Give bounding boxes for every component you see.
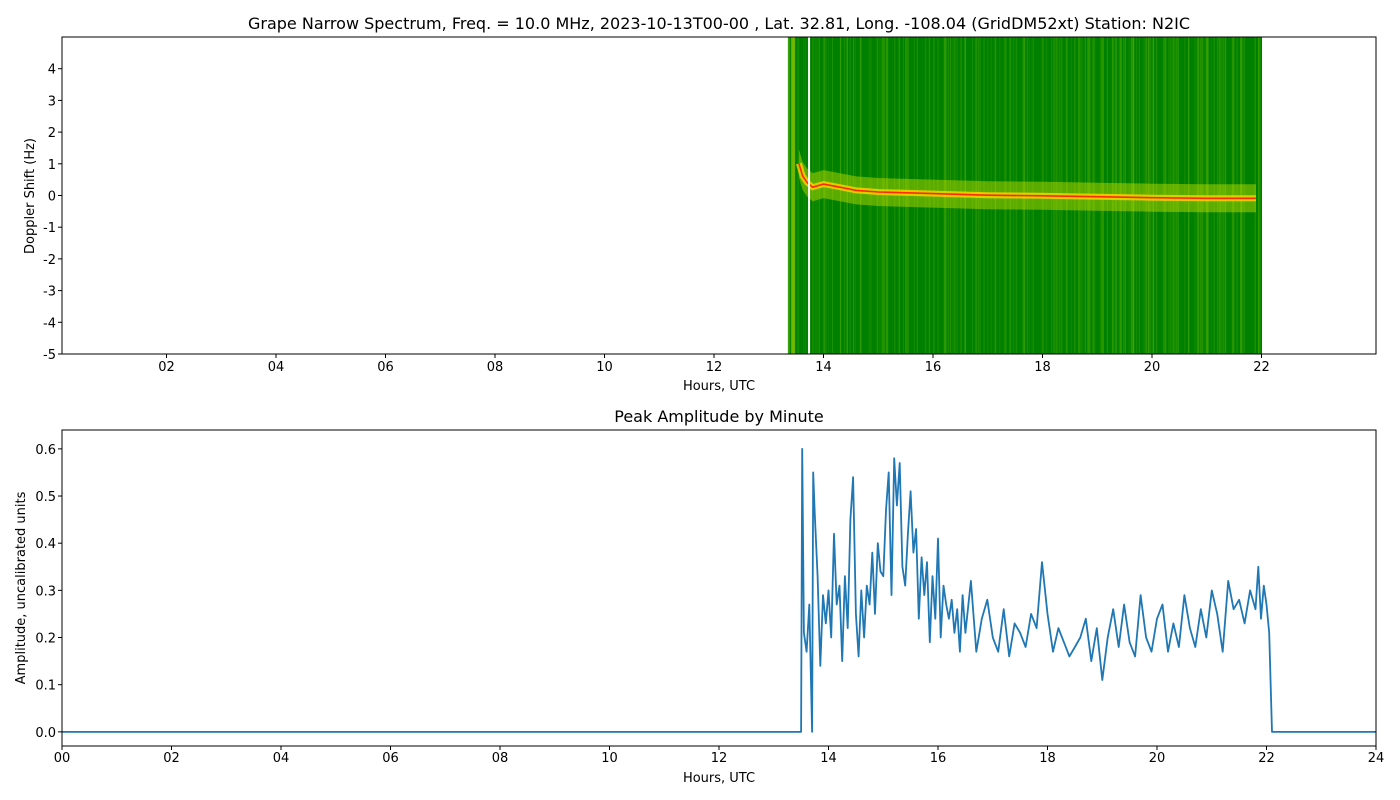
amplitude-x-tick-label: 08 — [492, 751, 509, 766]
spectrogram-x-tick-label: 06 — [377, 360, 394, 375]
amplitude-y-tick-label: 0.3 — [35, 584, 56, 599]
amplitude-y-tick-label: 0.4 — [35, 537, 56, 552]
spectrogram-y-tick-label: -1 — [43, 221, 56, 236]
spectrogram-y-tick-label: -3 — [43, 285, 56, 300]
spectrogram-y-tick-label: -2 — [43, 253, 56, 268]
amplitude-x-tick-label: 24 — [1368, 751, 1385, 766]
spectrogram-x-tick-label: 04 — [268, 360, 285, 375]
spectrogram-y-tick-label: 0 — [48, 190, 56, 205]
spectrogram-y-tick-label: 2 — [48, 126, 56, 141]
amplitude-frame — [61, 429, 1377, 747]
spectrogram-x-tick-label: 18 — [1034, 360, 1051, 375]
amplitude-title: Peak Amplitude by Minute — [614, 407, 824, 426]
amplitude-x-tick-label: 12 — [711, 751, 728, 766]
spectrogram-x-tick-label: 20 — [1144, 360, 1161, 375]
spectrogram-x-tick-label: 02 — [158, 360, 175, 375]
amplitude-x-tick-label: 04 — [273, 751, 290, 766]
amplitude-x-tick-label: 22 — [1258, 751, 1275, 766]
spectrogram-x-tick-label: 22 — [1253, 360, 1270, 375]
amplitude-x-ticks: 00 02 04 06 08 10 12 14 16 18 20 22 24 — [54, 746, 1385, 766]
spectrogram-x-tick-label: 16 — [925, 360, 942, 375]
spectrogram-x-tick-label: 08 — [487, 360, 504, 375]
amplitude-x-tick-label: 20 — [1149, 751, 1166, 766]
amplitude-plot-area — [62, 448, 1376, 733]
spectrogram-y-label: Doppler Shift (Hz) — [23, 138, 38, 254]
spectrogram-y-ticks: 4 3 2 1 0 -1 -2 -3 -4 -5 — [43, 63, 62, 363]
spectrogram-panel: Grape Narrow Spectrum, Freq. = 10.0 MHz,… — [23, 14, 1377, 394]
amplitude-line — [62, 448, 1376, 733]
spectrogram-x-label: Hours, UTC — [683, 379, 755, 394]
amplitude-x-tick-label: 00 — [54, 751, 71, 766]
amplitude-x-label: Hours, UTC — [683, 771, 755, 786]
spectrogram-y-tick-label: 1 — [48, 158, 56, 173]
spectrogram-image — [787, 37, 1263, 354]
amplitude-y-tick-label: 0.2 — [35, 632, 56, 647]
spectrogram-title: Grape Narrow Spectrum, Freq. = 10.0 MHz,… — [248, 14, 1190, 33]
amplitude-y-ticks: 0.0 0.1 0.2 0.3 0.4 0.5 0.6 — [35, 443, 62, 741]
amplitude-y-tick-label: 0.6 — [35, 443, 56, 458]
spectrogram-y-tick-label: 4 — [48, 63, 56, 78]
amplitude-x-tick-label: 10 — [601, 751, 618, 766]
spectrogram-x-tick-label: 14 — [815, 360, 832, 375]
amplitude-x-tick-label: 16 — [930, 751, 947, 766]
amplitude-panel: Peak Amplitude by Minute 00 02 04 06 08 10 12 1… — [14, 407, 1384, 786]
spectrogram-x-tick-label: 10 — [596, 360, 613, 375]
figure: Grape Narrow Spectrum, Freq. = 10.0 MHz,… — [14, 14, 1384, 786]
spectrogram-start-column — [791, 37, 796, 354]
spectrogram-y-tick-label: -4 — [43, 316, 56, 331]
spectrogram-x-ticks: 02 04 06 08 10 12 14 16 18 20 22 — [158, 354, 1270, 375]
amplitude-x-tick-label: 14 — [820, 751, 837, 766]
amplitude-y-label: Amplitude, uncalibrated units — [14, 491, 29, 684]
amplitude-x-tick-label: 06 — [382, 751, 399, 766]
spectrogram-y-tick-label: 3 — [48, 94, 56, 109]
amplitude-x-tick-label: 18 — [1039, 751, 1056, 766]
amplitude-y-tick-label: 0.5 — [35, 490, 56, 505]
amplitude-y-tick-label: 0.0 — [35, 726, 56, 741]
spectrogram-y-tick-label: -5 — [43, 348, 56, 363]
spectrogram-x-tick-label: 12 — [706, 360, 723, 375]
spectrogram-gap — [808, 37, 811, 354]
amplitude-y-tick-label: 0.1 — [35, 679, 56, 694]
amplitude-x-tick-label: 02 — [163, 751, 180, 766]
